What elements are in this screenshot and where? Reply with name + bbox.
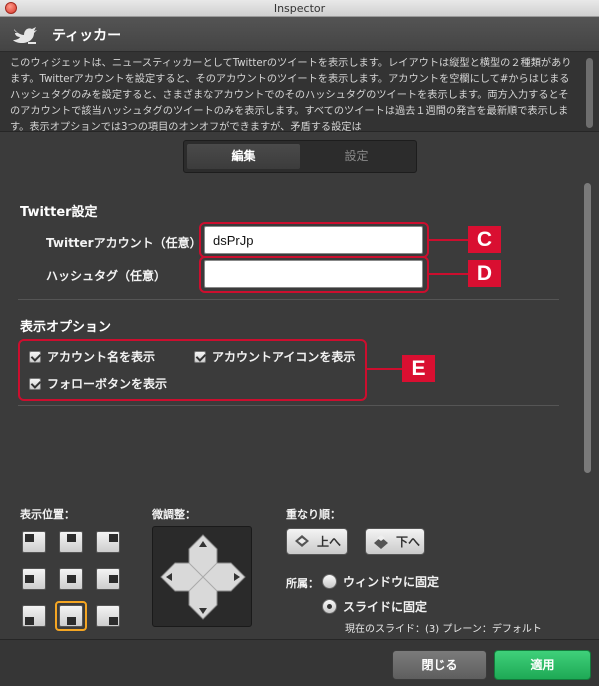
stacking-label: 重なり順： (286, 508, 341, 521)
connector-d (429, 273, 469, 275)
option-show-account-icon[interactable]: アカウントアイコンを表示 (194, 348, 355, 365)
window-close-icon[interactable] (5, 2, 17, 14)
option-label: アカウント名を表示 (47, 350, 156, 364)
twitter-account-input[interactable] (204, 226, 423, 254)
tab-settings[interactable]: 設定 (300, 144, 413, 169)
window-titlebar: Inspector (0, 0, 599, 17)
checkbox-follow-button[interactable] (29, 377, 41, 390)
position-bottom-center[interactable] (59, 605, 83, 627)
send-backward-label: 下へ (396, 535, 421, 549)
send-backward-button[interactable]: 下へ (365, 528, 425, 555)
position-top-right[interactable] (96, 531, 120, 553)
inspector-header: ティッカー (0, 17, 599, 52)
connector-c (429, 239, 469, 241)
marker-d: D (468, 260, 501, 287)
option-label: フォローボタンを表示 (47, 377, 168, 391)
window-title: Inspector (273, 2, 326, 15)
description-text: このウィジェットは、ニュースティッカーとしてTwitterのツイートを表示します… (10, 58, 572, 132)
description-panel: このウィジェットは、ニュースティッカーとしてTwitterのツイートを表示します… (0, 52, 599, 132)
widget-title: ティッカー (52, 28, 122, 44)
checkbox-account-icon[interactable] (194, 350, 206, 363)
nudge-pad (152, 526, 252, 627)
twitter-settings-title: Twitter設定 (20, 205, 98, 220)
close-button[interactable]: 閉じる (392, 650, 487, 680)
position-top-left[interactable] (22, 531, 46, 553)
checkbox-account-name[interactable] (29, 350, 41, 363)
footer-bar: 閉じる 適用 (0, 639, 599, 686)
affiliation-label: 所属： (286, 577, 319, 590)
option-show-account-name[interactable]: アカウント名を表示 (29, 348, 155, 365)
current-slide-info: 現在のスライド：(3) プレーン：デフォルト (345, 624, 542, 635)
tab-edit[interactable]: 編集 (187, 144, 300, 169)
description-scrollbar[interactable] (586, 58, 593, 128)
nudge-label: 微調整： (152, 508, 196, 521)
position-middle-center[interactable] (59, 568, 83, 590)
bring-forward-icon (295, 534, 309, 547)
connector-e (367, 368, 403, 370)
mode-tabs: 編集 設定 (183, 140, 417, 173)
radio-fix-to-window[interactable]: ウィンドウに固定 (322, 573, 439, 590)
twitter-bird-icon (13, 27, 37, 44)
marker-c: C (468, 226, 501, 253)
account-label: Twitterアカウント（任意） (46, 236, 202, 250)
panel-scrollbar[interactable] (584, 183, 591, 473)
hashtag-input[interactable] (204, 260, 423, 288)
position-top-center[interactable] (59, 531, 83, 553)
position-label: 表示位置： (20, 508, 75, 521)
hashtag-label: ハッシュタグ（任意） (46, 269, 167, 283)
bring-forward-label: 上へ (317, 535, 342, 549)
send-backward-icon (374, 534, 388, 549)
apply-button[interactable]: 適用 (494, 650, 591, 680)
marker-e: E (402, 355, 435, 382)
position-bottom-right[interactable] (96, 605, 120, 627)
radio-window-label: ウィンドウに固定 (343, 575, 440, 589)
position-middle-right[interactable] (96, 568, 120, 590)
divider (18, 405, 559, 406)
position-middle-left[interactable] (22, 568, 46, 590)
nudge-dpad-icon (160, 534, 246, 620)
radio-slide[interactable] (322, 599, 337, 614)
divider (18, 299, 559, 300)
option-label: アカウントアイコンを表示 (212, 350, 356, 364)
radio-fix-to-slide[interactable]: スライドに固定 (322, 598, 427, 615)
bring-forward-button[interactable]: 上へ (286, 528, 348, 555)
display-options-title: 表示オプション (20, 320, 112, 335)
option-show-follow-button[interactable]: フォローボタンを表示 (29, 375, 167, 392)
position-bottom-left[interactable] (22, 605, 46, 627)
radio-slide-label: スライドに固定 (343, 600, 428, 614)
radio-window[interactable] (322, 574, 337, 589)
